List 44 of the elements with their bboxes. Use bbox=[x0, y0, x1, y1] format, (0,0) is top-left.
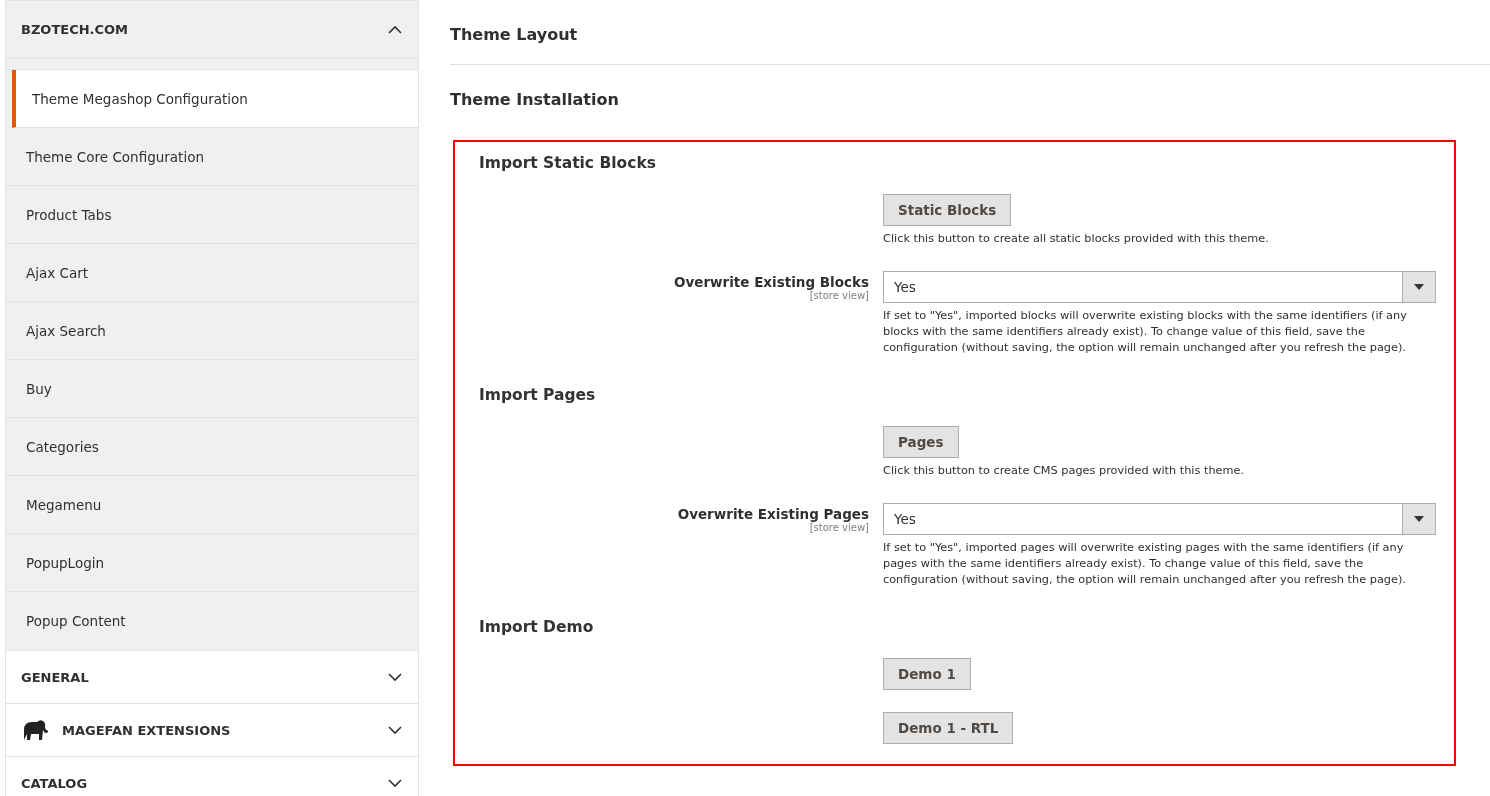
sidebar-item[interactable]: Theme Core Configuration bbox=[6, 128, 418, 186]
action-button[interactable]: Pages bbox=[883, 426, 959, 458]
sidebar-item[interactable]: Product Tabs bbox=[6, 186, 418, 244]
dropdown-arrow-icon bbox=[1414, 284, 1424, 290]
section-header[interactable]: BZOTECH.COM bbox=[6, 1, 418, 59]
section-header[interactable]: CATALOG bbox=[6, 757, 418, 796]
action-button[interactable]: Demo 1 bbox=[883, 658, 971, 690]
dropdown-arrow-icon bbox=[1414, 516, 1424, 522]
field-label: Overwrite Existing Blocks bbox=[673, 274, 869, 290]
section-title: BZOTECH.COM bbox=[21, 22, 130, 37]
action-button[interactable]: Static Blocks bbox=[883, 194, 1012, 226]
section-title: GENERAL bbox=[21, 669, 90, 685]
field-label: Overwrite Existing Pages bbox=[676, 506, 869, 522]
section-title: CATALOG bbox=[21, 775, 89, 791]
section-header[interactable]: GENERAL bbox=[6, 651, 418, 703]
chevron-down-icon bbox=[388, 672, 402, 682]
sidebar-item[interactable]: Buy bbox=[6, 360, 418, 418]
chevron-down-icon bbox=[388, 725, 402, 735]
chevron-up-icon bbox=[388, 25, 402, 34]
group-title: Import Pages bbox=[479, 386, 597, 404]
group-title: Import Static Blocks bbox=[479, 154, 657, 172]
sidebar-item[interactable]: Ajax Cart bbox=[6, 244, 418, 302]
chevron-down-icon bbox=[388, 778, 402, 788]
section-heading[interactable]: Theme Installation bbox=[450, 65, 1490, 130]
select-field[interactable]: Yes bbox=[883, 271, 1436, 303]
scope-label: [store view] bbox=[808, 290, 869, 301]
sidebar-item[interactable]: PopupLogin bbox=[6, 534, 418, 592]
elephant-icon bbox=[21, 718, 49, 742]
field-note: If set to "Yes", imported blocks will overwrite existing blocks with the same identifiers (if any blocks with the same identifiers already exist). To change value of this field, save the configuration (without saving, the option will remain unchanged after you refresh the page). bbox=[883, 308, 1408, 356]
section-title: MAGEFAN EXTENSIONS bbox=[62, 722, 232, 738]
scope-label: [store view] bbox=[808, 522, 869, 533]
section-header[interactable]: MAGEFAN EXTENSIONS bbox=[6, 704, 418, 756]
group-title: Import Demo bbox=[479, 618, 595, 636]
sidebar-item[interactable]: Popup Content bbox=[6, 592, 418, 650]
section-heading[interactable]: Theme Layout bbox=[450, 0, 1490, 65]
sidebar-item[interactable]: Ajax Search bbox=[6, 302, 418, 360]
sidebar-item[interactable]: Categories bbox=[6, 418, 418, 476]
sidebar-item[interactable]: Megamenu bbox=[6, 476, 418, 534]
field-note: Click this button to create CMS pages provided with this theme. bbox=[883, 463, 1246, 479]
sidebar-item[interactable]: Theme Megashop Configuration bbox=[12, 70, 418, 128]
action-button[interactable]: Demo 1 - RTL bbox=[883, 712, 1014, 744]
select-field[interactable]: Yes bbox=[883, 503, 1436, 535]
field-note: If set to "Yes", imported pages will overwrite existing pages with the same identifiers (if any pages with the same identifiers already exist). To change value of this field, save the configuration (without saving, the option will remain unchanged after you refresh the page). bbox=[883, 540, 1407, 588]
field-note: Click this button to create all static blocks provided with this theme. bbox=[883, 231, 1270, 247]
